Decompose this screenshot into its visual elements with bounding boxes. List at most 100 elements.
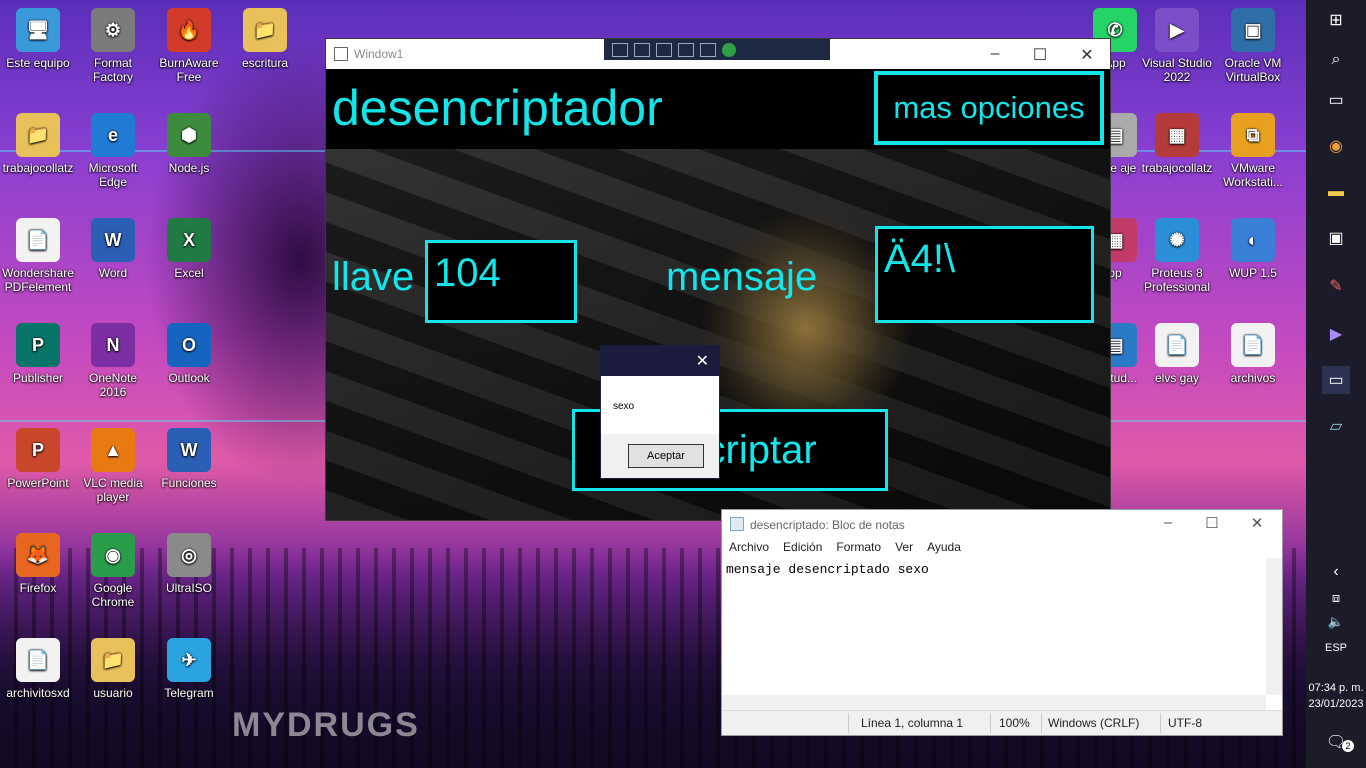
app-icon: N <box>91 323 135 367</box>
key-input[interactable]: 104 <box>425 240 577 323</box>
app-icon: 📁 <box>243 8 287 52</box>
notepad-minimize-button[interactable]: – <box>1154 514 1182 531</box>
virtualbox-icon[interactable]: ▣ <box>1322 224 1350 252</box>
desktop-icon-label: trabajocollatz <box>2 161 74 175</box>
desktop-icon-label: Microsoft Edge <box>88 161 138 189</box>
notepad-text-area[interactable]: mensaje desencriptado sexo <box>722 558 1266 695</box>
app-icon: ▦ <box>1155 113 1199 157</box>
paint-icon[interactable]: ✎ <box>1322 272 1350 300</box>
desktop-icon[interactable]: ✈ Telegram <box>152 638 226 700</box>
app-icon: e <box>91 113 135 157</box>
notepad-task-icon[interactable]: ▱ <box>1322 412 1350 440</box>
desktop-icon[interactable]: ◐ WUP 1.5 <box>1216 218 1290 280</box>
notepad-close-button[interactable]: ✕ <box>1243 514 1271 532</box>
desktop-icon[interactable]: P PowerPoint <box>1 428 75 490</box>
app-icon: 📄 <box>1155 323 1199 367</box>
vertical-scrollbar[interactable] <box>1266 558 1282 695</box>
adorners-icon[interactable] <box>656 42 672 57</box>
chrome-icon[interactable]: ◉ <box>1322 132 1350 160</box>
desktop-icon[interactable]: 🖥 Este equipo <box>1 8 75 70</box>
dialog-titlebar[interactable]: ✕ <box>601 346 719 376</box>
notepad-maximize-button[interactable]: ☐ <box>1198 514 1226 532</box>
start-icon[interactable]: ⊞ <box>1322 6 1350 34</box>
desktop-icon[interactable]: N OneNote 2016 <box>76 323 150 399</box>
live-tree-icon[interactable] <box>612 42 628 57</box>
status-divider <box>990 713 991 733</box>
notepad-titlebar[interactable]: desencriptado: Bloc de notas – ☐ ✕ <box>722 510 1282 536</box>
xaml-debug-toolbar[interactable] <box>604 39 830 60</box>
status-divider <box>1160 713 1161 733</box>
notification-count: 2 <box>1342 740 1354 752</box>
app-icon: W <box>91 218 135 262</box>
desktop-icon[interactable]: X Excel <box>152 218 226 280</box>
more-options-button[interactable]: mas opciones <box>874 71 1104 145</box>
minimize-button[interactable]: – <box>981 45 1009 63</box>
maximize-button[interactable]: ☐ <box>1026 45 1054 65</box>
desktop-icon[interactable]: ▶ Visual Studio 2022 <box>1140 8 1214 84</box>
desktop-icon-label: archivos <box>1230 371 1276 385</box>
menu-ayuda[interactable]: Ayuda <box>927 540 961 554</box>
ok-button[interactable]: Aceptar <box>628 444 704 468</box>
desktop-icon[interactable]: ⚙ Format Factory <box>76 8 150 84</box>
visual-studio-icon[interactable]: ▶ <box>1322 320 1350 348</box>
desktop-icon[interactable]: e Microsoft Edge <box>76 113 150 189</box>
clock-time[interactable]: 07:34 p. m. <box>1306 682 1366 694</box>
desktop-icon[interactable]: ⧉ VMware Workstati... <box>1216 113 1290 189</box>
select-element-icon[interactable] <box>634 42 650 57</box>
desktop-icon[interactable]: ◎ UltraISO <box>152 533 226 595</box>
close-icon[interactable]: ✕ <box>696 351 709 371</box>
desktop-icon[interactable]: W Word <box>76 218 150 280</box>
check-icon[interactable] <box>722 42 736 57</box>
desktop-icon[interactable]: 📁 escritura <box>228 8 302 70</box>
desktop-icon-label: Funciones <box>161 476 217 490</box>
menu-edicion[interactable]: Edición <box>783 540 822 554</box>
menu-ver[interactable]: Ver <box>895 540 913 554</box>
desktop-icon[interactable]: ▲ VLC media player <box>76 428 150 504</box>
desktop-icon-label: Visual Studio 2022 <box>1142 56 1212 84</box>
window1-task-icon[interactable]: ▭ <box>1322 366 1350 394</box>
horizontal-scrollbar[interactable] <box>722 695 1266 711</box>
desktop-icon-label: Firefox <box>19 581 57 595</box>
taskbar: ⊞ ⌕ ▭ ◉ ▬ ▣ ✎ ▶ ▭ ▱ ‹ ⧈ 🔈 ESP 07:34 p. m… <box>1306 0 1366 768</box>
notepad-statusbar: Línea 1, columna 1 100% Windows (CRLF) U… <box>722 710 1282 735</box>
desktop-icon-label: Este equipo <box>6 56 70 70</box>
desktop-icon[interactable]: 📄 Wondershare PDFelement <box>1 218 75 294</box>
hot-reload-icon[interactable] <box>700 42 716 57</box>
page-title: desencriptador <box>332 80 663 136</box>
message-label: mensaje <box>666 255 818 299</box>
chevron-up-icon[interactable]: ‹ <box>1322 558 1350 586</box>
app-icon: 🔥 <box>167 8 211 52</box>
dialog-message: sexo <box>601 376 719 434</box>
close-button[interactable]: ✕ <box>1073 45 1101 65</box>
app-icon: ⬢ <box>167 113 211 157</box>
window1-titlebar[interactable]: Window1 – ☐ ✕ <box>326 39 1110 69</box>
desktop-icon[interactable]: ▣ Oracle VM VirtualBox <box>1216 8 1290 84</box>
desktop-icon-label: BurnAware Free <box>159 56 219 84</box>
desktop-icon[interactable]: 🦊 Firefox <box>1 533 75 595</box>
desktop-icon[interactable]: 🔥 BurnAware Free <box>152 8 226 84</box>
zoom-level: 100% <box>999 716 1030 730</box>
desktop-icon[interactable]: ⬢ Node.js <box>152 113 226 175</box>
desktop-icon[interactable]: 📁 usuario <box>76 638 150 700</box>
desktop-icon[interactable]: O Outlook <box>152 323 226 385</box>
message-input[interactable]: Ä4!\ <box>875 226 1094 323</box>
layout-icon[interactable] <box>678 42 694 57</box>
desktop-icon[interactable]: 📄 archivos <box>1216 323 1290 385</box>
clock-date[interactable]: 23/01/2023 <box>1306 698 1366 710</box>
window1-title: Window1 <box>354 47 404 61</box>
menu-formato[interactable]: Formato <box>836 540 881 554</box>
desktop-icon[interactable]: P Publisher <box>1 323 75 385</box>
desktop-icon[interactable]: ◉ Google Chrome <box>76 533 150 609</box>
language-indicator[interactable]: ESP <box>1306 642 1366 654</box>
volume-icon[interactable]: 🔈 <box>1322 608 1350 636</box>
search-icon[interactable]: ⌕ <box>1322 46 1350 74</box>
desktop-icon-label: Word <box>98 266 128 280</box>
desktop-icon[interactable]: 📁 trabajocollatz <box>1 113 75 175</box>
desktop-icon[interactable]: W Funciones <box>152 428 226 490</box>
notepad-title: desencriptado: Bloc de notas <box>750 518 905 532</box>
task-view-icon[interactable]: ▭ <box>1322 86 1350 114</box>
menu-archivo[interactable]: Archivo <box>729 540 769 554</box>
desktop-icon[interactable]: 📄 archivitosxd <box>1 638 75 700</box>
app-icon: ▣ <box>1231 8 1275 52</box>
file-explorer-icon[interactable]: ▬ <box>1322 178 1350 206</box>
